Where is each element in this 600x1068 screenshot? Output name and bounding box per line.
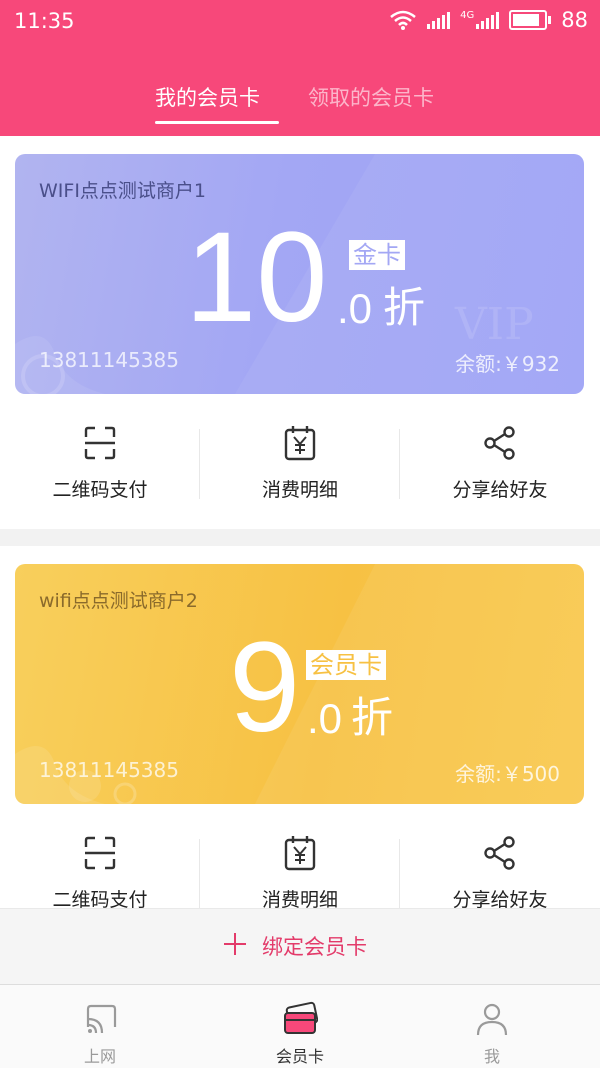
status-icons: 4G 88 <box>389 8 588 32</box>
tab-received-cards[interactable]: 领取的会员卡 <box>308 82 434 112</box>
wifi-signal-icon <box>390 10 416 30</box>
discount-decimal: .0 <box>337 285 373 332</box>
qr-scan-icon <box>84 836 116 870</box>
discount-unit: 折 <box>351 693 394 742</box>
card-balance: 余额:￥932 <box>455 352 560 376</box>
cell-signal-2-icon <box>476 11 500 29</box>
nav-label-me: 我 <box>483 1047 500 1066</box>
merchant-name: WIFI点点测试商户1 <box>39 180 207 202</box>
card-section-1: VIP WIFI点点测试商户1 10 金卡 .0 折 13811145385 余… <box>0 136 600 529</box>
share-button[interactable]: 分享给好友 <box>400 411 600 521</box>
receipt-yuan-icon <box>284 836 316 871</box>
person-icon <box>476 1003 508 1036</box>
share-icon <box>484 836 515 870</box>
card-level-badge: 金卡 <box>349 240 405 270</box>
bind-card-label: 绑定会员卡 <box>262 935 367 959</box>
status-time: 11:35 <box>14 9 75 33</box>
qr-pay-button[interactable]: 二维码支付 <box>0 411 200 521</box>
merchant-name: wifi点点测试商户2 <box>39 590 198 612</box>
card-actions-1: 二维码支付 消费明细 分享给好友 <box>0 411 600 521</box>
consumption-detail-button[interactable]: 消费明细 <box>200 411 400 521</box>
discount-main: 10 <box>185 206 328 349</box>
member-card-1[interactable]: VIP WIFI点点测试商户1 10 金卡 .0 折 13811145385 余… <box>15 154 584 394</box>
wifi-icon <box>86 1004 117 1034</box>
cell-signal-icon <box>427 11 451 29</box>
card-phone: 13811145385 <box>39 348 179 372</box>
member-card-2[interactable]: wifi点点测试商户2 9 会员卡 .0 折 13811145385 余额:￥5… <box>15 564 584 804</box>
plus-icon <box>224 933 246 955</box>
card-level-badge: 会员卡 <box>306 650 386 680</box>
card-phone: 13811145385 <box>39 758 179 782</box>
card-section-2: wifi点点测试商户2 9 会员卡 .0 折 13811145385 余额:￥5… <box>0 546 600 911</box>
status-bar: 11:35 4G 88 <box>0 0 600 42</box>
bottom-nav: 上网 会员卡 我 <box>0 984 600 1068</box>
discount-unit: 折 <box>383 283 426 332</box>
battery-icon <box>509 10 548 30</box>
network-type-label: 4G <box>460 9 475 21</box>
battery-tip <box>548 16 552 24</box>
receipt-yuan-icon <box>284 426 316 461</box>
tab-active-indicator <box>155 121 279 124</box>
share-label: 分享给好友 <box>452 479 548 501</box>
discount-main: 9 <box>229 616 301 759</box>
bind-card-button[interactable]: 绑定会员卡 <box>0 908 600 985</box>
tab-my-cards[interactable]: 我的会员卡 <box>155 82 260 112</box>
svg-text:VIP: VIP <box>454 299 534 350</box>
card-balance: 余额:￥500 <box>455 762 560 786</box>
nav-label-member-card: 会员卡 <box>275 1047 324 1066</box>
nav-label-internet: 上网 <box>83 1047 116 1066</box>
qr-scan-icon <box>84 426 116 460</box>
app-header: 11:35 4G 88 我的会员卡 领取的会员卡 <box>0 0 600 136</box>
nav-item-internet[interactable]: 上网 <box>0 985 200 1068</box>
nav-item-me[interactable]: 我 <box>392 985 592 1068</box>
nav-item-member-card[interactable]: 会员卡 <box>200 985 400 1068</box>
consumption-detail-label: 消费明细 <box>261 479 338 501</box>
battery-level: 88 <box>561 8 588 32</box>
share-icon <box>484 426 515 460</box>
card-icon <box>284 1001 318 1034</box>
tab-bar: 我的会员卡 领取的会员卡 <box>0 78 600 136</box>
qr-pay-label: 二维码支付 <box>52 479 148 501</box>
discount-decimal: .0 <box>307 695 343 742</box>
